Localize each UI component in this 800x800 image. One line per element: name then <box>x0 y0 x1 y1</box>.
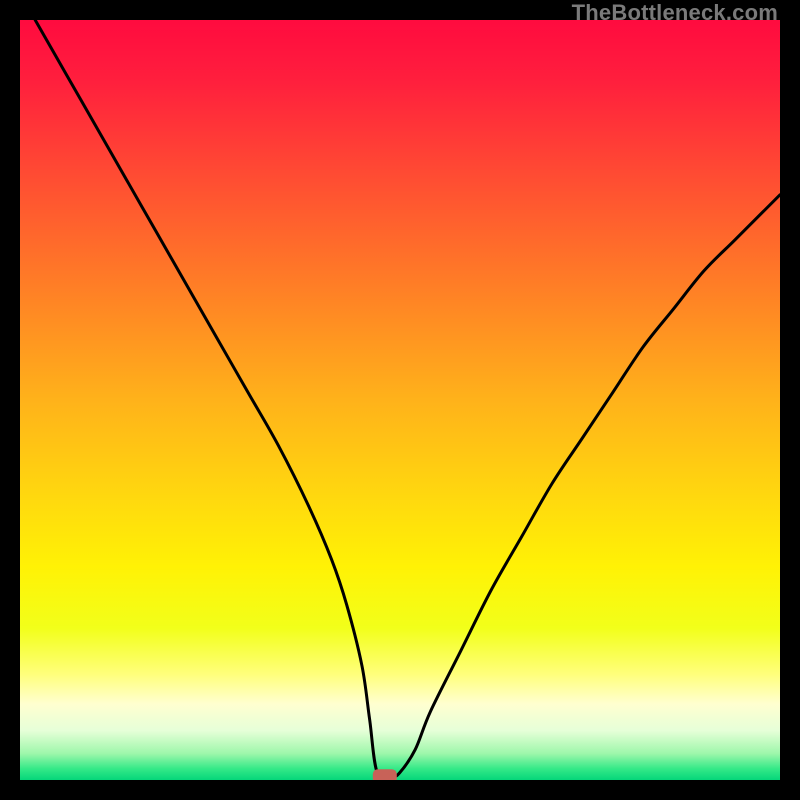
plot-area <box>20 20 780 780</box>
chart-svg <box>20 20 780 780</box>
minimum-marker <box>373 769 397 780</box>
chart-frame: TheBottleneck.com <box>0 0 800 800</box>
gradient-background <box>20 20 780 780</box>
